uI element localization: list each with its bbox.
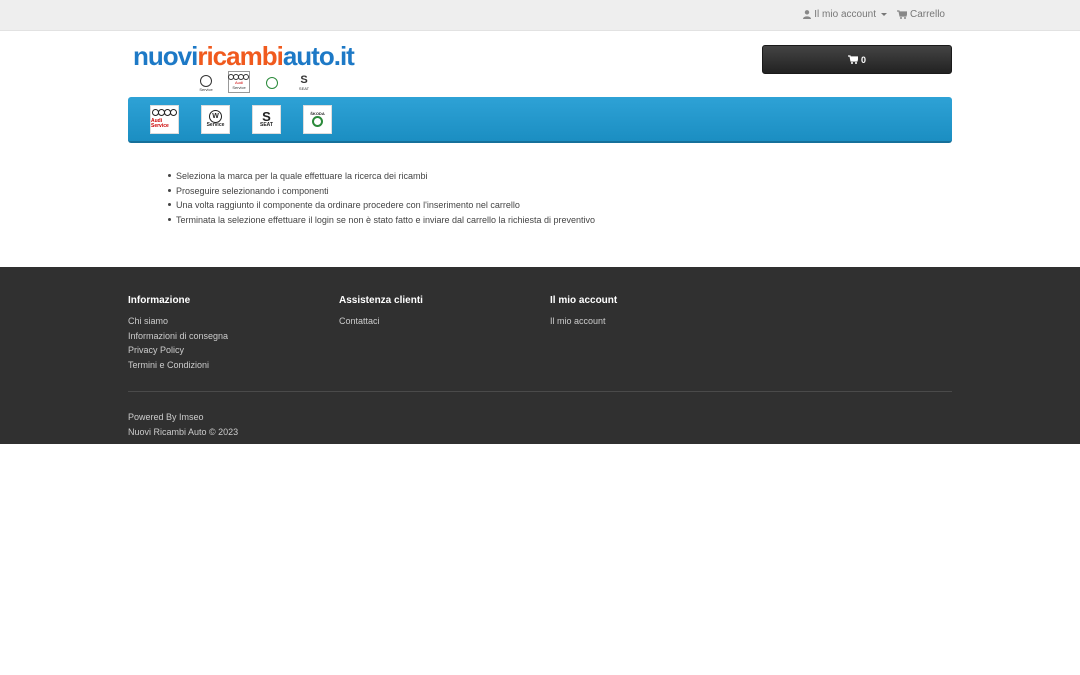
powered-link[interactable]: Imseo [179,412,204,422]
footer-link-termini[interactable]: Termini e Condizioni [128,358,339,373]
footer-divider [128,391,952,392]
site-logo[interactable]: nuoviricambiauto.it [133,41,355,71]
brand-tile-label: Audi Service [151,118,169,129]
footer-heading: Informazione [128,295,191,306]
account-label: Il mio account [814,9,876,20]
skoda-logo-icon [262,73,282,93]
footer-column-assistenza: Assistenza clienti Contattaci [339,295,550,372]
account-dropdown[interactable]: Il mio account [803,9,887,20]
skoda-logo-icon [312,116,323,127]
footer-link-contattaci[interactable]: Contattaci [339,314,550,329]
copyright: Nuovi Ricambi Auto © 2023 [128,426,239,437]
logo-part-3: auto.it [282,41,355,71]
brand-tile-label: Service [206,122,225,128]
brand-tile-volkswagen[interactable]: W Service [201,104,230,134]
audi-logo-icon: Audi Service [228,71,250,93]
cart-count: 0 [860,54,866,65]
header: nuoviricambiauto.it Service Audi Service … [128,31,952,97]
footer-link-chi-siamo[interactable]: Chi siamo [128,314,339,329]
user-icon [803,10,812,19]
footer-credits: Powered By Imseo Nuovi Ricambi Auto © 20… [128,410,238,439]
audi-rings-icon [151,109,177,116]
cart-label: Carrello [909,9,945,20]
logo-brand-badges: Service Audi Service S SEAT [196,71,314,93]
footer-link-account[interactable]: Il mio account [550,314,761,329]
top-bar: Il mio account Carrello [0,0,1080,31]
shopping-cart-icon [847,55,858,64]
list-item: Proseguire selezionando i componenti [168,184,952,199]
header-cart-button[interactable]: 0 [762,45,952,74]
instructions-list: Seleziona la marca per la quale effettua… [168,169,952,227]
logo-part-1: nuovi [133,41,198,71]
footer-heading: Il mio account [550,295,618,306]
powered-by: Powered By Imseo [128,410,238,425]
brand-tile-skoda[interactable]: ŠKODA [303,104,332,134]
footer-link-privacy[interactable]: Privacy Policy [128,343,339,358]
vw-logo-icon: Service [196,73,216,93]
seat-logo-icon: S SEAT [298,74,310,92]
footer: Informazione Chi siamo Informazioni di c… [0,267,1080,444]
brand-tile-audi[interactable]: Audi Service [150,104,179,134]
footer-column-info: Informazione Chi siamo Informazioni di c… [128,295,339,372]
caret-down-icon [880,13,887,16]
brand-tile-seat[interactable]: S SEAT [252,104,281,134]
powered-prefix: Powered By [128,412,177,422]
shopping-cart-icon [896,10,907,19]
brand-menu-bar: Audi Service W Service S SEAT ŠKODA [128,97,952,143]
list-item: Una volta raggiunto il componente da ord… [168,198,952,213]
footer-heading: Assistenza clienti [339,295,423,306]
logo-part-2: ricambi [197,41,283,71]
list-item: Seleziona la marca per la quale effettua… [168,169,952,184]
top-links: Il mio account Carrello [803,9,945,20]
footer-link-consegna[interactable]: Informazioni di consegna [128,329,339,344]
footer-column-account: Il mio account Il mio account [550,295,761,372]
footer-columns: Informazione Chi siamo Informazioni di c… [128,295,761,372]
cart-link[interactable]: Carrello [896,9,945,20]
list-item: Terminata la selezione effettuare il log… [168,213,952,228]
brand-tile-label: SEAT [260,122,273,128]
main-container: nuoviricambiauto.it Service Audi Service … [128,31,952,227]
